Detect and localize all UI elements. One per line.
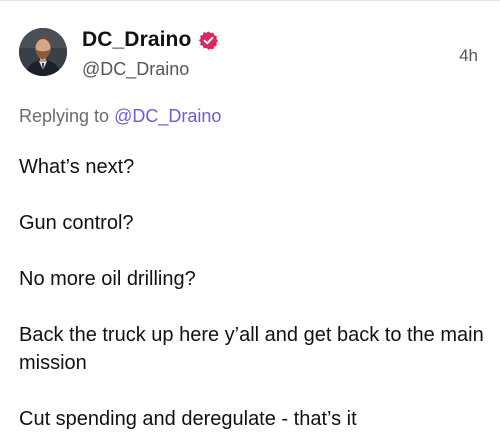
avatar-image (19, 28, 67, 76)
author-handle[interactable]: @DC_Draino (82, 59, 189, 80)
post-timestamp[interactable]: 4h (459, 46, 478, 66)
post-paragraph: Gun control? (19, 212, 134, 234)
post-card[interactable]: DC_Draino @DC_Draino 4h Replying to @DC_… (0, 0, 500, 447)
reply-handle-link[interactable]: @DC_Draino (114, 106, 221, 126)
verified-badge-icon (199, 30, 219, 50)
replying-to: Replying to @DC_Draino (19, 106, 221, 127)
post-paragraph: What’s next? (19, 156, 135, 178)
post-paragraph: Cut spending and deregulate - that’s it (19, 408, 357, 430)
author-row: DC_Draino (82, 28, 219, 52)
reply-prefix: Replying to (19, 106, 110, 126)
post-paragraph: No more oil drilling? (19, 268, 196, 290)
avatar[interactable] (19, 28, 67, 76)
post-paragraph: Back the truck up here y’all and get bac… (19, 324, 484, 374)
display-name[interactable]: DC_Draino (82, 28, 191, 52)
post-body: What’s next? Gun control? No more oil dr… (19, 153, 484, 447)
